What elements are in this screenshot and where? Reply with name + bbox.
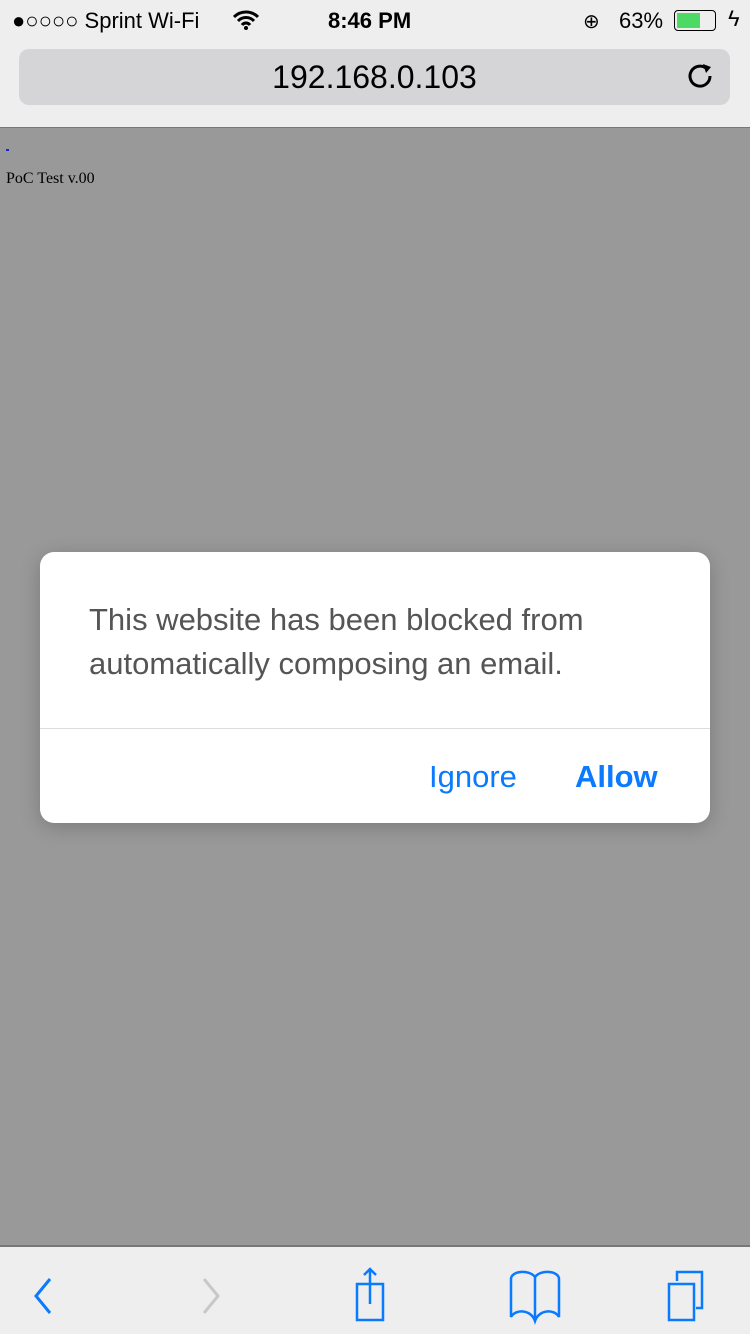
- carrier-label: ●○○○○ Sprint Wi-Fi: [12, 8, 200, 33]
- status-bar: ●○○○○ Sprint Wi-Fi 8:46 PM ⊕ 63% ϟ: [0, 0, 750, 40]
- share-icon[interactable]: [350, 1267, 400, 1327]
- rotation-lock-icon: ⊕: [583, 11, 600, 33]
- url-text: 192.168.0.103: [272, 59, 477, 95]
- battery-icon: [674, 10, 716, 31]
- divider: [40, 728, 710, 729]
- battery-percent: 63%: [619, 8, 664, 33]
- page-text: PoC Test v.00: [6, 170, 95, 187]
- address-bar[interactable]: 192.168.0.103: [19, 49, 730, 105]
- dialog-message: This website has been blocked from autom…: [89, 602, 584, 681]
- toolbar: [0, 1245, 750, 1334]
- charging-icon: ϟ: [728, 6, 740, 31]
- ignore-button[interactable]: Ignore: [429, 759, 517, 795]
- link-dot[interactable]: [6, 149, 9, 151]
- alert-dialog: This website has been blocked from autom…: [40, 552, 710, 823]
- wifi-icon: [233, 10, 259, 30]
- back-icon[interactable]: [28, 1267, 58, 1317]
- tabs-icon[interactable]: [665, 1267, 725, 1327]
- forward-icon[interactable]: [196, 1267, 226, 1317]
- clock: 8:46 PM: [328, 8, 412, 33]
- browser-header: ●○○○○ Sprint Wi-Fi 8:46 PM ⊕ 63% ϟ 192.1…: [0, 0, 750, 128]
- allow-button[interactable]: Allow: [575, 759, 658, 795]
- bookmarks-icon[interactable]: [505, 1267, 565, 1327]
- reload-icon[interactable]: [686, 61, 716, 91]
